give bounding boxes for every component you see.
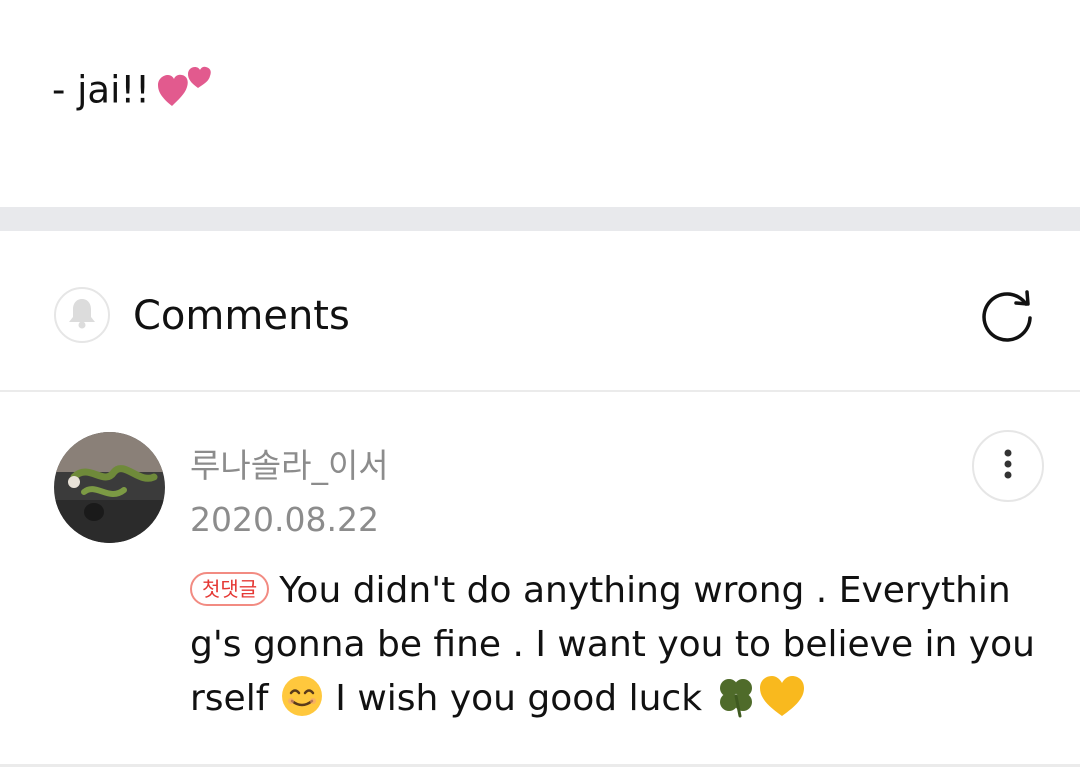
section-divider [0, 207, 1080, 231]
bell-icon [67, 297, 97, 333]
comment-text-part2: I wish you good luck [335, 678, 703, 719]
comment-item: 루나솔라_이서 2020.08.22 첫댓글 You didn't do anyt… [0, 392, 1080, 767]
two-hearts-icon [158, 62, 214, 122]
smiling-face-icon [280, 674, 324, 734]
refresh-button[interactable] [976, 284, 1040, 348]
avatar[interactable] [54, 432, 165, 543]
comment-menu-button[interactable] [972, 430, 1044, 502]
yellow-heart-icon [758, 674, 806, 734]
comment-text: 첫댓글 You didn't do anything wrong . Everyt… [190, 564, 1040, 734]
comment-date: 2020.08.22 [190, 500, 379, 539]
post-footer: - jai!! [0, 0, 1080, 207]
comment-author[interactable]: 루나솔라_이서 [190, 444, 389, 488]
first-comment-badge: 첫댓글 [190, 572, 270, 606]
comments-title: Comments [133, 293, 350, 339]
more-vertical-icon [1004, 449, 1012, 483]
signature-text: - jai!! [52, 68, 151, 112]
refresh-icon [978, 284, 1038, 348]
post-signature: - jai!! [52, 62, 214, 122]
four-leaf-clover-icon [714, 674, 758, 734]
comments-header: Comments [0, 231, 1080, 392]
notification-toggle-button[interactable] [54, 287, 110, 343]
